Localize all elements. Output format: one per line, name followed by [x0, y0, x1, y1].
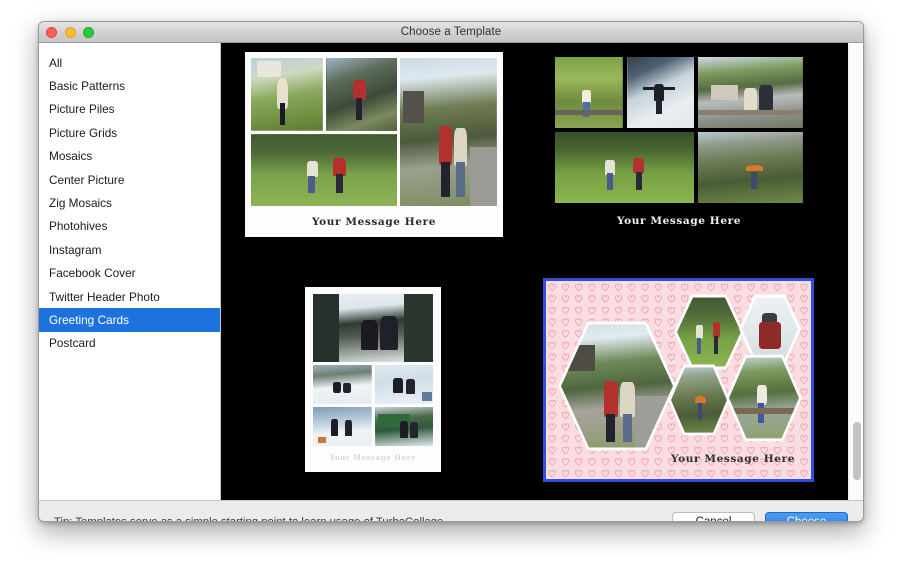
sidebar-item-label: Picture Piles	[49, 102, 115, 117]
template-card-1[interactable]: Your Message Here	[245, 52, 503, 237]
sidebar-item-label: Postcard	[49, 336, 96, 351]
sidebar-item-basic-patterns[interactable]: Basic Patterns	[39, 74, 220, 97]
template-2-message: Your Message Here	[616, 215, 742, 227]
template-2-photo-5	[698, 132, 803, 203]
template-2-frame: Your Message Here	[550, 52, 808, 237]
template-4-hex-5	[726, 353, 802, 443]
traffic-light-group	[46, 22, 94, 43]
template-3-photo-1	[313, 294, 433, 363]
template-3-photo-2	[313, 365, 372, 405]
sidebar-item-center-picture[interactable]: Center Picture	[39, 168, 220, 191]
template-2-photo-2	[626, 57, 695, 128]
template-4-message: Your Message Here	[670, 453, 795, 465]
vertical-scrollbar-thumb[interactable]	[852, 422, 861, 480]
choose-button[interactable]: Choose	[765, 512, 848, 521]
tip-text: Tip: Templates serve as a simple startin…	[54, 516, 447, 522]
sidebar-item-picture-piles[interactable]: Picture Piles	[39, 98, 220, 121]
sidebar-item-label: Facebook Cover	[49, 266, 136, 281]
cancel-button[interactable]: Cancel	[672, 512, 755, 521]
sidebar-item-label: Twitter Header Photo	[49, 289, 160, 304]
template-2-photo-1	[555, 57, 623, 128]
sidebar-item-mosaics[interactable]: Mosaics	[39, 145, 220, 168]
sidebar-item-photohives[interactable]: Photohives	[39, 215, 220, 238]
template-3-frame: Your Message Here	[305, 287, 441, 472]
sidebar-item-zig-mosaics[interactable]: Zig Mosaics	[39, 191, 220, 214]
sidebar-item-label: Picture Grids	[49, 125, 118, 140]
template-card-4[interactable]: Your Message Here	[543, 278, 814, 482]
template-2-photo-3	[698, 57, 803, 128]
template-1-photo-3	[400, 58, 497, 206]
zoom-button[interactable]	[83, 27, 94, 38]
sidebar-item-label: Photohives	[49, 219, 108, 234]
template-card-2[interactable]: Your Message Here	[550, 52, 808, 237]
sidebar-item-picture-grids[interactable]: Picture Grids	[39, 121, 220, 144]
vertical-scrollbar[interactable]	[848, 43, 863, 500]
template-4-hex-4	[668, 363, 730, 437]
sidebar-item-facebook-cover[interactable]: Facebook Cover	[39, 262, 220, 285]
sidebar-item-label: Center Picture	[49, 172, 125, 187]
template-card-3[interactable]: Your Message Here	[305, 287, 441, 472]
window-body: All Basic Patterns Picture Piles Picture…	[39, 43, 863, 500]
dialog-button-group: Cancel Choose	[672, 512, 848, 521]
window-titlebar: Choose a Template	[39, 22, 863, 43]
template-3-message: Your Message Here	[329, 453, 417, 462]
sidebar-item-label: Basic Patterns	[49, 79, 126, 94]
choose-template-window: Choose a Template All Basic Patterns Pic…	[38, 21, 864, 522]
sidebar-item-all[interactable]: All	[39, 51, 220, 74]
sidebar-item-instagram[interactable]: Instagram	[39, 238, 220, 261]
template-2-photo-4	[555, 132, 695, 203]
template-3-photo-3	[374, 365, 433, 405]
template-1-message: Your Message Here	[311, 216, 437, 228]
template-1-photo-4	[251, 133, 398, 206]
template-1-frame: Your Message Here	[245, 52, 503, 237]
sidebar-item-postcard[interactable]: Postcard	[39, 332, 220, 355]
category-sidebar[interactable]: All Basic Patterns Picture Piles Picture…	[39, 43, 221, 500]
template-1-photo-2	[325, 58, 398, 131]
sidebar-item-greeting-cards[interactable]: Greeting Cards	[39, 308, 220, 332]
window-title: Choose a Template	[400, 26, 502, 38]
sidebar-item-label: All	[49, 55, 63, 70]
window-bottom-bar: Tip: Templates serve as a simple startin…	[39, 500, 863, 522]
template-grid: Your Message Here Your Message Here Your…	[221, 43, 863, 500]
sidebar-item-label: Mosaics	[49, 149, 93, 164]
template-scroll-area[interactable]: Your Message Here Your Message Here Your…	[221, 43, 863, 500]
template-3-photo-4	[313, 407, 372, 446]
sidebar-item-twitter-header-photo[interactable]: Twitter Header Photo	[39, 285, 220, 308]
template-3-photo-5	[374, 407, 433, 446]
sidebar-item-label: Zig Mosaics	[49, 196, 112, 211]
sidebar-item-label: Greeting Cards	[49, 312, 129, 327]
minimize-button[interactable]	[64, 27, 76, 38]
template-4-frame: Your Message Here	[546, 281, 811, 479]
template-1-photo-1	[251, 58, 323, 131]
template-4-hex-1	[558, 319, 676, 453]
sidebar-item-label: Instagram	[49, 242, 102, 257]
close-button[interactable]	[46, 27, 57, 38]
